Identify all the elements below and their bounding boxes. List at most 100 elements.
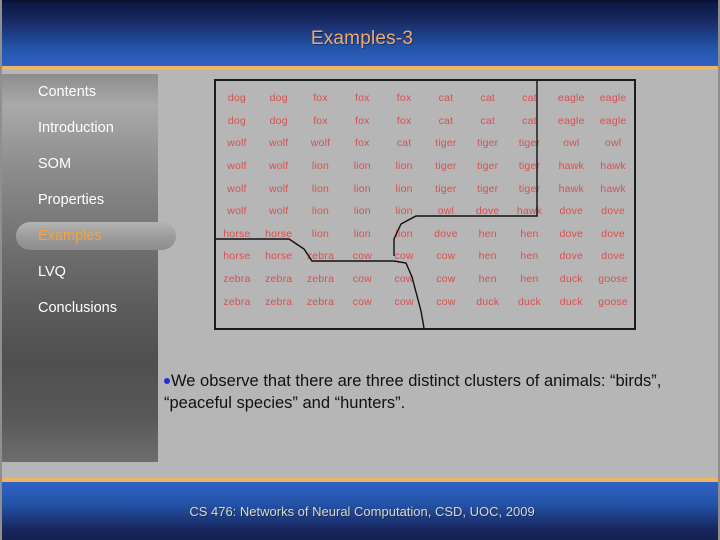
som-cell: dog: [227, 114, 246, 127]
footer-course-label: CS 476: Networks of Neural Computation, …: [189, 504, 535, 519]
som-cell: hawk: [600, 160, 626, 173]
som-cell: dove: [559, 227, 584, 240]
som-cell: eagle: [557, 114, 585, 127]
som-grid-row: wolf wolf lion lion lion tiger tiger tiger hawk h…: [216, 177, 634, 200]
som-cell: dove: [434, 227, 458, 240]
som-cell: zebra: [223, 273, 251, 286]
footer-bar: CS 476: Networks of Neural Computation, …: [2, 478, 718, 540]
som-cell: tiger: [518, 160, 541, 173]
som-cell: cat: [438, 114, 454, 127]
som-cell: dove: [601, 227, 625, 240]
som-cell: dove: [559, 205, 584, 218]
som-grid-row: dog dog fox fox fox cat cat cat eagle eagle: [216, 87, 634, 110]
som-cell: tiger: [435, 137, 457, 150]
som-cell: tiger: [435, 160, 457, 173]
som-cell: wolf: [227, 160, 247, 173]
som-cell: zebra: [223, 295, 251, 308]
som-cell: fox: [354, 137, 370, 150]
som-cell: cow: [436, 295, 456, 308]
som-cell: duck: [559, 295, 583, 308]
som-cell: dog: [227, 92, 246, 105]
som-grid-row: wolf wolf lion lion lion tiger tiger tiger hawk h…: [216, 155, 634, 178]
sidebar: Contents Introduction SOM Properties Example…: [2, 74, 176, 462]
som-grid-row: wolf wolf wolf fox cat tiger tiger tiger owl owl: [216, 132, 634, 155]
som-cell: zebra: [306, 295, 335, 308]
observation-text: We observe that there are three distinct…: [164, 372, 662, 412]
som-cell: horse: [265, 250, 293, 263]
som-cell: lion: [311, 205, 330, 218]
som-cell: wolf: [227, 137, 247, 150]
som-cell: wolf: [310, 137, 331, 150]
som-cell: dove: [475, 205, 500, 218]
som-cell: dove: [601, 250, 625, 263]
som-cell: dog: [269, 92, 288, 105]
observation-bullet: We observe that there are three distinct…: [164, 370, 716, 414]
sidebar-item-som[interactable]: SOM: [2, 146, 158, 182]
som-cell: lion: [353, 160, 371, 173]
som-cell: cow: [394, 250, 414, 263]
sidebar-item-label: Introduction: [38, 120, 114, 136]
sidebar-item-contents[interactable]: Contents: [2, 74, 158, 110]
som-cell: hen: [478, 273, 497, 286]
som-grid-row: zebra zebra zebra cow cow cow hen hen duck goose: [216, 268, 634, 291]
title-bar: Examples-3: [2, 0, 718, 70]
som-cell: tiger: [518, 137, 541, 150]
som-cell: cat: [480, 92, 495, 105]
som-cell: owl: [604, 137, 622, 150]
sidebar-item-lvq[interactable]: LVQ: [2, 254, 158, 290]
som-cell: lion: [395, 182, 413, 195]
som-cell: wolf: [227, 182, 247, 195]
som-cell: cat: [438, 92, 454, 105]
som-cell: eagle: [599, 92, 627, 105]
som-cell: cow: [436, 273, 456, 286]
som-cell: wolf: [268, 137, 289, 150]
som-cell: lion: [353, 205, 371, 218]
som-cell: tiger: [476, 160, 499, 173]
sidebar-item-examples[interactable]: Examples: [2, 218, 176, 254]
sidebar-item-introduction[interactable]: Introduction: [2, 110, 158, 146]
som-grid-row: dog dog fox fox fox cat cat cat eagle eagle: [216, 110, 634, 133]
som-cell: hawk: [516, 205, 543, 218]
sidebar-item-label: Conclusions: [38, 300, 117, 316]
som-cell: dog: [269, 114, 288, 127]
som-cell: wolf: [268, 182, 289, 195]
som-cell: duck: [476, 295, 500, 308]
som-cell: tiger: [518, 182, 541, 195]
sidebar-item-label: SOM: [38, 156, 72, 172]
som-cell: lion: [353, 227, 371, 240]
som-cell: wolf: [227, 205, 247, 218]
som-cell: cow: [352, 295, 372, 308]
som-cell: cat: [522, 114, 537, 127]
som-cell: hawk: [558, 182, 584, 195]
slide-content: dog dog fox fox fox cat cat cat eagle eagle dog dog…: [158, 74, 718, 478]
sidebar-item-label: LVQ: [38, 264, 66, 280]
som-cell: horse: [223, 250, 251, 263]
som-cell: fox: [354, 114, 370, 127]
som-cell: cow: [352, 273, 372, 286]
sidebar-item-conclusions[interactable]: Conclusions: [2, 290, 158, 326]
som-cell: hawk: [600, 182, 626, 195]
som-cell: fox: [313, 114, 328, 127]
som-cell: fox: [396, 92, 412, 105]
som-map-box: dog dog fox fox fox cat cat cat eagle eagle dog dog…: [214, 79, 636, 330]
som-cell: zebra: [306, 273, 335, 286]
som-cell: tiger: [435, 182, 457, 195]
som-cell: cow: [352, 250, 372, 263]
som-cell: lion: [395, 205, 413, 218]
som-cell: hen: [520, 250, 539, 263]
sidebar-nav-list: Contents Introduction SOM Properties Example…: [2, 74, 176, 326]
som-cell: zebra: [265, 273, 293, 286]
som-cell: zebra: [265, 295, 293, 308]
som-cell: hen: [520, 273, 539, 286]
som-cell: tiger: [476, 137, 499, 150]
som-cell: cat: [522, 92, 537, 105]
som-cell: cow: [394, 295, 414, 308]
som-cell: goose: [598, 273, 628, 286]
som-cell: dove: [601, 205, 625, 218]
som-cell: lion: [395, 227, 413, 240]
som-cell: duck: [517, 295, 541, 308]
som-cell: eagle: [557, 92, 585, 105]
som-cell: fox: [313, 92, 328, 105]
som-cell: fox: [396, 114, 412, 127]
sidebar-item-properties[interactable]: Properties: [2, 182, 158, 218]
